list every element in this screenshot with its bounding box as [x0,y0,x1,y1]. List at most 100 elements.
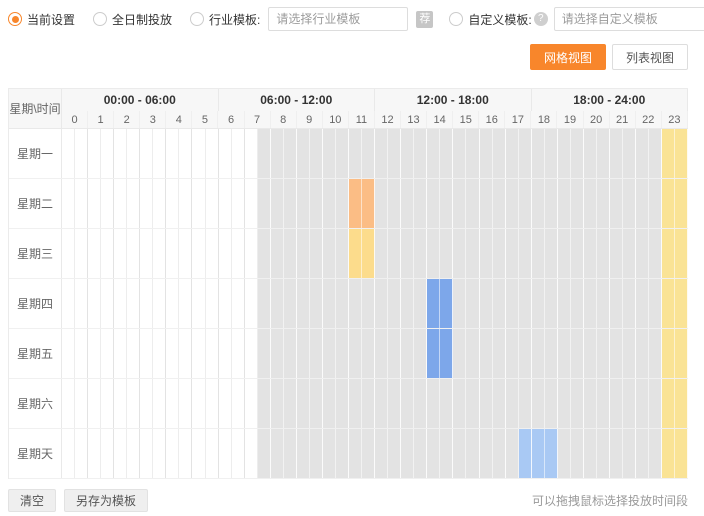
radio-current-settings[interactable]: 当前设置 [8,11,75,28]
grid-cell[interactable] [179,279,192,328]
grid-cell[interactable] [232,379,245,428]
grid-cell[interactable] [362,429,375,478]
grid-cell[interactable] [75,229,88,278]
grid-cell[interactable] [245,429,258,478]
grid-cell[interactable] [401,429,414,478]
grid-cell[interactable] [192,329,205,378]
grid-cell[interactable] [662,229,675,278]
grid-cell[interactable] [375,229,388,278]
grid-cell[interactable] [336,279,349,328]
grid-cell[interactable] [284,329,297,378]
grid-cell[interactable] [623,179,636,228]
grid-cell[interactable] [62,429,75,478]
grid-cell[interactable] [558,129,571,178]
grid-cell[interactable] [388,179,401,228]
grid-cell[interactable] [480,229,493,278]
grid-cell[interactable] [636,229,649,278]
grid-cell[interactable] [166,179,179,228]
grid-cell[interactable] [584,329,597,378]
grid-cell[interactable] [427,429,440,478]
grid-cell[interactable] [127,329,140,378]
radio-industry-template[interactable]: 行业模板: [190,11,260,28]
grid-cell[interactable] [610,129,623,178]
grid-cell[interactable] [388,129,401,178]
grid-cell[interactable] [440,329,453,378]
grid-cell[interactable] [310,329,323,378]
grid-cell[interactable] [453,129,466,178]
grid-cell[interactable] [427,229,440,278]
grid-cell[interactable] [258,129,271,178]
grid-cell[interactable] [192,129,205,178]
grid-cell[interactable] [466,179,479,228]
custom-template-input[interactable] [554,7,704,31]
grid-cell[interactable] [623,329,636,378]
radio-all-day[interactable]: 全日制投放 [93,11,172,28]
grid-cell[interactable] [519,329,532,378]
grid-cell[interactable] [219,429,232,478]
grid-cell[interactable] [310,429,323,478]
grid-cell[interactable] [127,129,140,178]
grid-cell[interactable] [245,179,258,228]
grid-cell[interactable] [75,429,88,478]
grid-cell[interactable] [506,279,519,328]
grid-cell[interactable] [584,379,597,428]
grid-cell[interactable] [388,379,401,428]
save-as-template-button[interactable]: 另存为模板 [64,489,148,512]
grid-cell[interactable] [232,329,245,378]
grid-cell[interactable] [88,329,101,378]
grid-cell[interactable] [466,279,479,328]
grid-cell[interactable] [675,129,688,178]
grid-cell[interactable] [297,179,310,228]
grid-cell[interactable] [401,179,414,228]
grid-cell[interactable] [636,429,649,478]
grid-cell[interactable] [271,229,284,278]
grid-cell[interactable] [597,229,610,278]
grid-cell[interactable] [310,279,323,328]
grid-cell[interactable] [466,329,479,378]
grid-cell[interactable] [206,229,219,278]
grid-cell[interactable] [388,429,401,478]
grid-cell[interactable] [636,129,649,178]
grid-cell[interactable] [75,179,88,228]
grid-cell[interactable] [153,429,166,478]
grid-cell[interactable] [558,329,571,378]
grid-cell[interactable] [166,429,179,478]
grid-cell[interactable] [506,129,519,178]
grid-cell[interactable] [140,179,153,228]
grid-cell[interactable] [506,229,519,278]
grid-cell[interactable] [362,329,375,378]
grid-cell[interactable] [610,329,623,378]
grid-cell[interactable] [114,429,127,478]
grid-cell[interactable] [153,379,166,428]
grid-cell[interactable] [466,229,479,278]
grid-cell[interactable] [649,379,662,428]
grid-cell[interactable] [219,229,232,278]
grid-cell[interactable] [101,379,114,428]
grid-cell[interactable] [75,329,88,378]
grid-cell[interactable] [493,279,506,328]
grid-cell[interactable] [101,429,114,478]
grid-cell[interactable] [662,429,675,478]
grid-cell[interactable] [245,379,258,428]
grid-cell[interactable] [453,279,466,328]
grid-cell[interactable] [584,179,597,228]
grid-cell[interactable] [258,229,271,278]
grid-cell[interactable] [506,429,519,478]
grid-cell[interactable] [414,279,427,328]
grid-cell[interactable] [649,129,662,178]
grid-cell[interactable] [232,179,245,228]
grid-cell[interactable] [375,179,388,228]
grid-cell[interactable] [571,129,584,178]
grid-cell[interactable] [219,279,232,328]
grid-cell[interactable] [414,179,427,228]
grid-cell[interactable] [245,279,258,328]
grid-cell[interactable] [179,379,192,428]
grid-cell[interactable] [623,379,636,428]
grid-cell[interactable] [623,129,636,178]
grid-cell[interactable] [519,229,532,278]
grid-cell[interactable] [610,229,623,278]
grid-cell[interactable] [88,429,101,478]
grid-cell[interactable] [466,379,479,428]
grid-cell[interactable] [675,429,688,478]
clear-button[interactable]: 清空 [8,489,56,512]
